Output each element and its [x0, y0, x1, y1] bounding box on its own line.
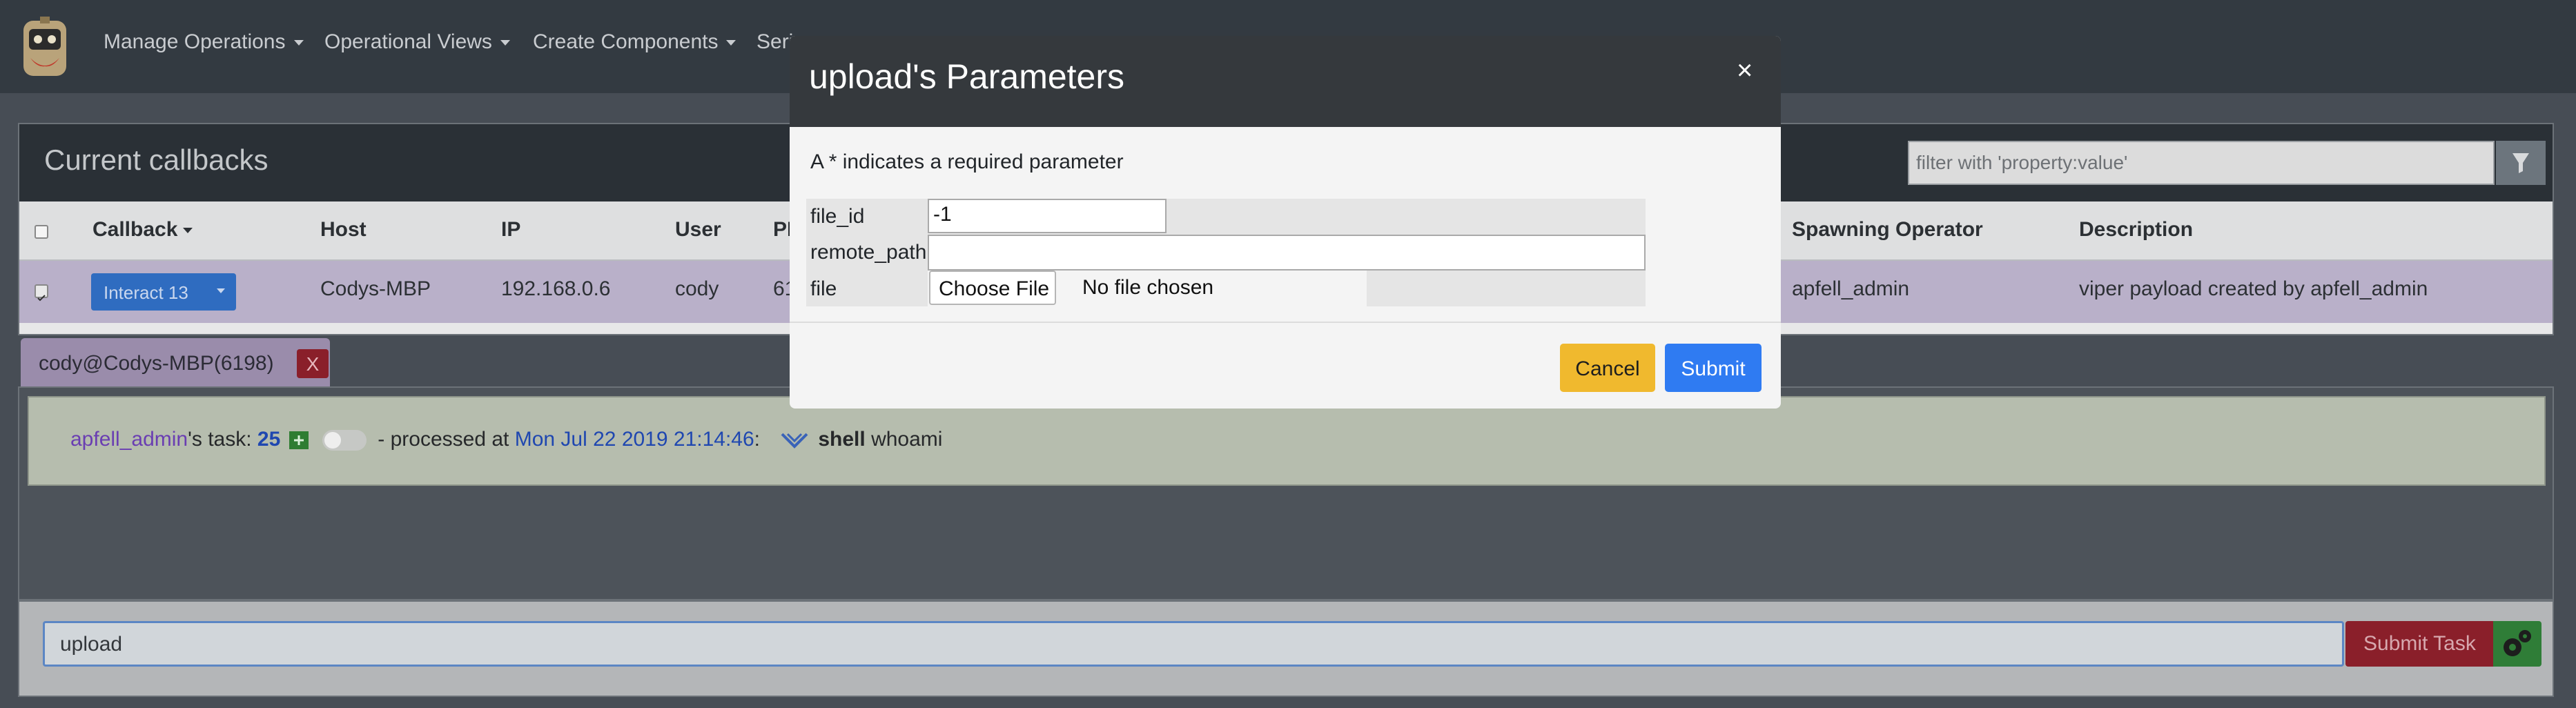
task-command: shell: [818, 428, 866, 451]
param-label: file_id: [810, 205, 865, 228]
cell-host: Codys-MBP: [320, 277, 431, 300]
filter-button[interactable]: [2496, 141, 2546, 185]
row-checkbox[interactable]: [35, 284, 48, 302]
close-tab-button[interactable]: X: [297, 349, 329, 378]
interact-button[interactable]: Interact 13: [91, 273, 236, 311]
nav-manage-operations[interactable]: Manage Operations: [104, 30, 304, 54]
command-input[interactable]: upload: [43, 621, 2344, 667]
apfell-logo[interactable]: [17, 17, 73, 80]
task-summary: apfell_admin's task: 25 - processed at M…: [70, 428, 942, 451]
header-spawning-operator[interactable]: Spawning Operator: [1792, 218, 1983, 242]
required-note: A * indicates a required parameter: [810, 150, 1124, 173]
filter-icon: [2512, 153, 2529, 173]
remote-path-input[interactable]: [928, 235, 1646, 271]
close-icon[interactable]: ×: [1737, 57, 1753, 84]
header-ip[interactable]: IP: [501, 218, 520, 242]
filter-input[interactable]: filter with 'property:value': [1908, 141, 2495, 185]
sort-icon: [183, 228, 193, 234]
session-tab[interactable]: cody@Codys-MBP(6198) X: [21, 338, 330, 388]
select-all-checkbox[interactable]: [35, 225, 48, 239]
checkmark-icon: [37, 295, 46, 302]
add-comment-icon[interactable]: [289, 431, 309, 450]
choose-file-button[interactable]: Choose File: [929, 271, 1056, 305]
chevron-down-icon: [726, 40, 736, 46]
param-label: file: [810, 277, 837, 300]
modal-header: upload's Parameters ×: [790, 36, 1781, 127]
chevron-down-icon: [500, 40, 510, 46]
task-output-panel: apfell_admin's task: 25 - processed at M…: [18, 386, 2554, 600]
task-id[interactable]: 25: [257, 428, 280, 451]
file-row-fill: [1367, 271, 1646, 306]
file-id-input[interactable]: -1: [928, 199, 1167, 233]
output-toggle[interactable]: [322, 430, 367, 451]
submit-button[interactable]: Submit: [1665, 344, 1762, 392]
param-row-remote-path: remote_path: [806, 233, 1646, 271]
processed-label: - processed at: [378, 428, 509, 451]
operator-link[interactable]: apfell_admin: [70, 428, 188, 451]
param-row-file-id: file_id -1: [806, 199, 1646, 233]
param-label: remote_path: [810, 241, 927, 264]
header-description[interactable]: Description: [2079, 218, 2193, 242]
header-callback[interactable]: Callback: [92, 218, 193, 242]
param-row-file: file Choose File No file chosen: [806, 271, 1646, 306]
chevron-down-icon: [217, 288, 225, 293]
header-user[interactable]: User: [675, 218, 721, 242]
task-timestamp: Mon Jul 22 2019 21:14:46: [514, 428, 754, 451]
nav-create-components[interactable]: Create Components: [533, 30, 736, 54]
task-entry: apfell_admin's task: 25 - processed at M…: [28, 396, 2546, 486]
header-host[interactable]: Host: [320, 218, 367, 242]
submit-task-button[interactable]: Submit Task: [2345, 621, 2493, 667]
callbacks-title: Current callbacks: [44, 144, 269, 176]
cell-description: viper payload created by apfell_admin: [2079, 277, 2428, 300]
parameters-modal: upload's Parameters × A * indicates a re…: [790, 36, 1781, 409]
expand-chevron-icon[interactable]: [779, 431, 810, 449]
file-status: No file chosen: [1082, 276, 1214, 299]
command-bar: upload Submit Task: [18, 600, 2554, 697]
task-params: whoami: [871, 428, 943, 451]
cancel-button[interactable]: Cancel: [1560, 344, 1655, 392]
cell-spawning-operator: apfell_admin: [1792, 277, 1910, 300]
modal-divider: [790, 322, 1781, 323]
cell-ip: 192.168.0.6: [501, 277, 611, 300]
chevron-down-icon: [293, 40, 304, 46]
gears-icon: [2504, 630, 2531, 656]
cell-user: cody: [675, 277, 719, 300]
nav-operational-views[interactable]: Operational Views: [324, 30, 510, 54]
modal-title: upload's Parameters: [809, 57, 1125, 96]
nav-services[interactable]: Seri: [757, 30, 793, 54]
timestamp-colon: :: [754, 428, 761, 451]
session-tab-label: cody@Codys-MBP(6198): [39, 352, 274, 375]
task-label: 's task:: [188, 428, 252, 451]
settings-button[interactable]: [2493, 621, 2541, 667]
